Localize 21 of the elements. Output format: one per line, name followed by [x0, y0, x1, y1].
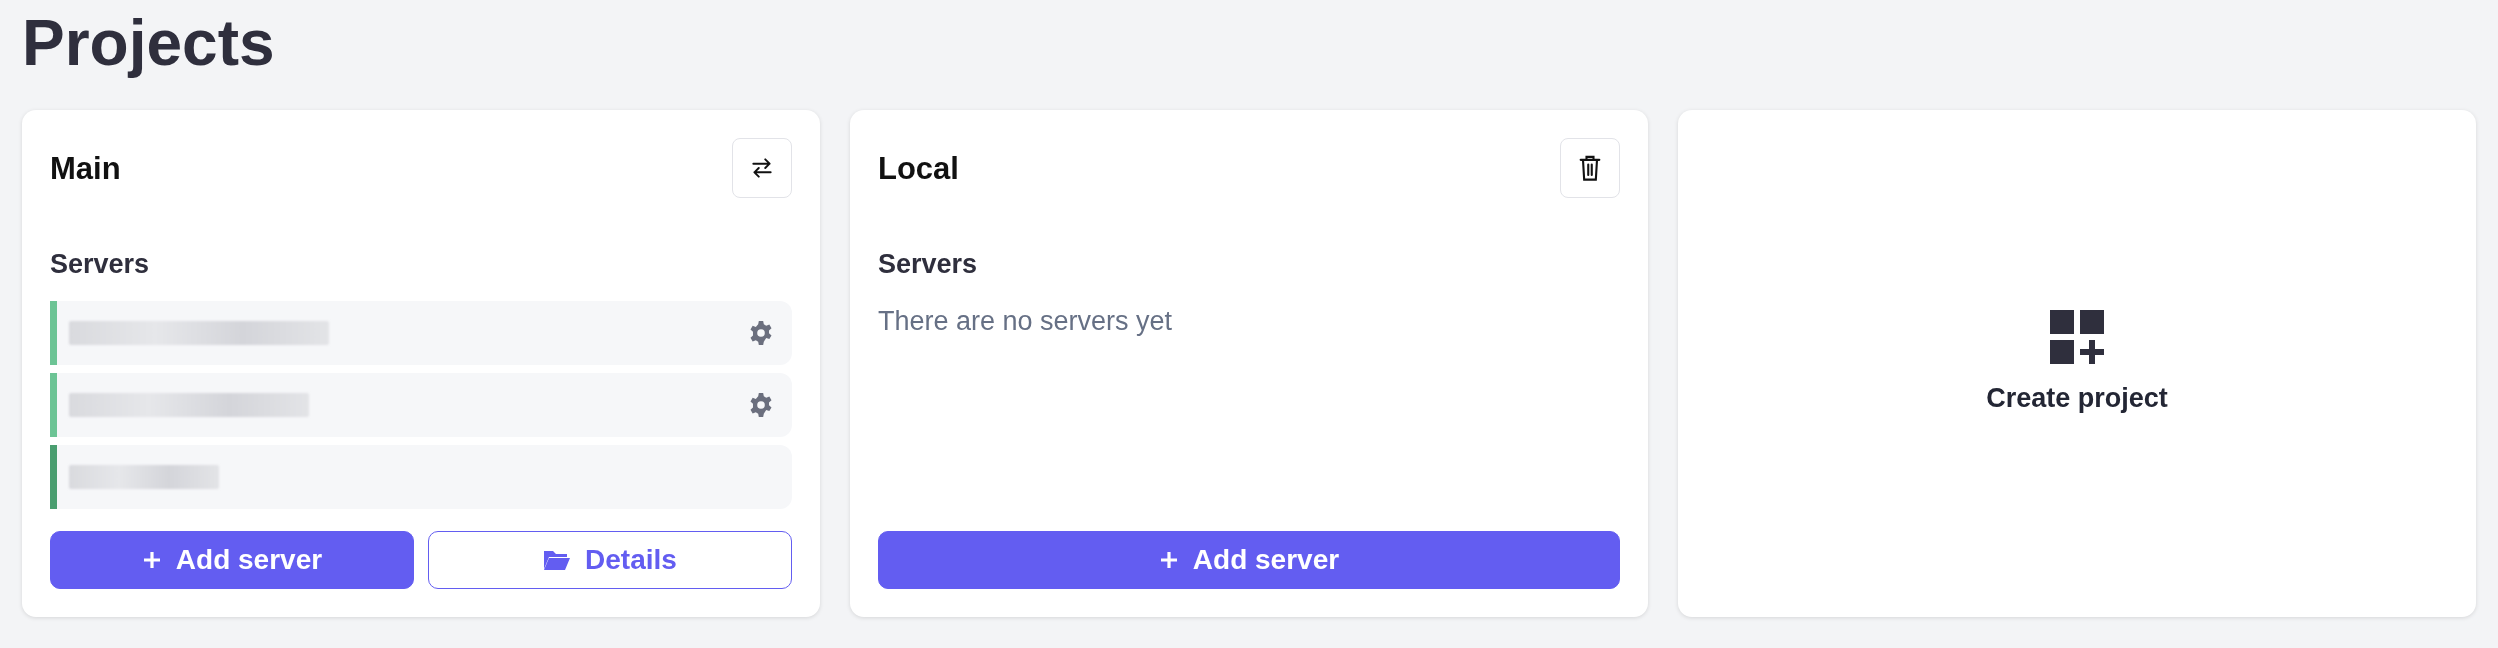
page-title: Projects: [22, 8, 276, 79]
plus-icon: [1158, 550, 1179, 571]
server-row[interactable]: [50, 300, 792, 365]
project-name: Local: [878, 149, 959, 187]
section-heading: Servers: [50, 248, 151, 282]
plus-icon: [141, 550, 162, 571]
section-heading: Servers: [878, 248, 979, 282]
switch-button[interactable]: [732, 138, 792, 199]
delete-button[interactable]: [1560, 138, 1620, 199]
add-server-button[interactable]: Add server: [878, 531, 1620, 590]
folder-icon: [543, 548, 572, 573]
trash-icon: [1578, 154, 1602, 183]
add-server-button[interactable]: Add server: [50, 531, 414, 590]
server-row[interactable]: [50, 444, 792, 509]
project-name: Main: [50, 149, 121, 187]
server-row[interactable]: [50, 372, 792, 437]
create-project-card[interactable]: Create project: [1678, 110, 2476, 618]
details-button[interactable]: Details: [428, 531, 792, 590]
add-grid-icon: [2050, 309, 2104, 364]
create-project-label: Create project: [1986, 381, 2168, 415]
empty-message: There are no servers yet: [878, 304, 1174, 338]
